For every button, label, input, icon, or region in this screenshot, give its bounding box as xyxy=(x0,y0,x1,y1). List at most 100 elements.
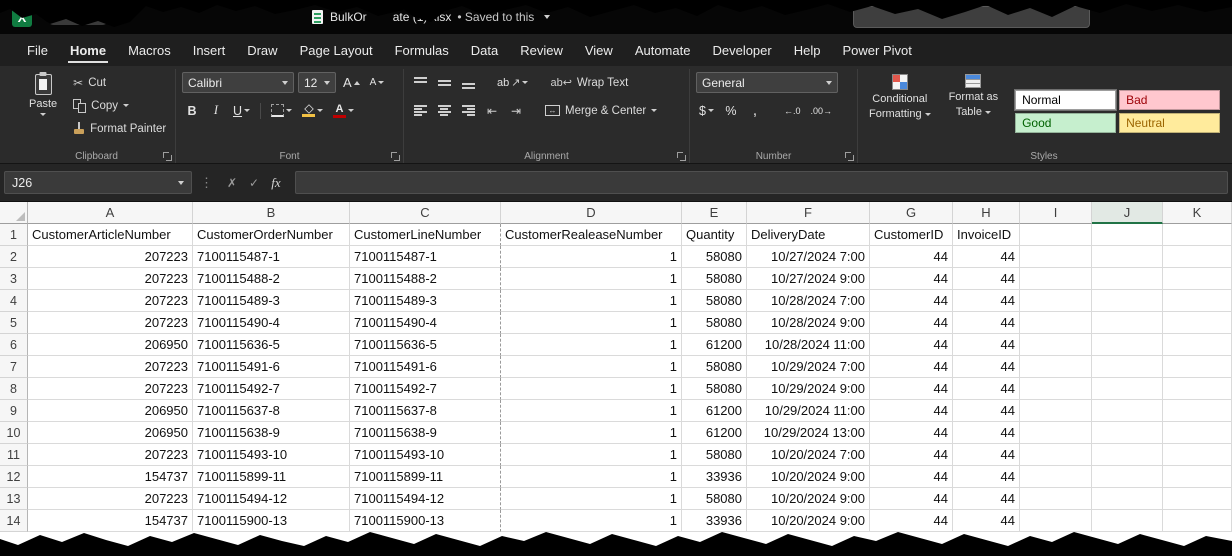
increase-decimal-button[interactable]: ←.0 xyxy=(781,100,804,121)
row-header-7[interactable]: 7 xyxy=(0,356,28,378)
cell-I13[interactable] xyxy=(1020,488,1092,510)
row-header-4[interactable]: 4 xyxy=(0,290,28,312)
increase-indent-button[interactable]: ⇥ xyxy=(506,100,526,121)
select-all-button[interactable] xyxy=(0,202,28,224)
cell-G2[interactable]: 44 xyxy=(870,246,953,268)
cell-J6[interactable] xyxy=(1092,334,1163,356)
cell-E9[interactable]: 61200 xyxy=(682,400,747,422)
cell-B9[interactable]: 7100115637-8 xyxy=(193,400,350,422)
cell-A12[interactable]: 154737 xyxy=(28,466,193,488)
cell-I2[interactable] xyxy=(1020,246,1092,268)
menu-tab-draw[interactable]: Draw xyxy=(236,34,288,66)
column-header-F[interactable]: F xyxy=(747,202,870,224)
cell-D12[interactable]: 1 xyxy=(501,466,682,488)
fill-color-dropdown-icon[interactable] xyxy=(317,109,323,112)
cell-G10[interactable]: 44 xyxy=(870,422,953,444)
middle-align-button[interactable] xyxy=(434,72,454,93)
cell-E14[interactable]: 33936 xyxy=(682,510,747,532)
percent-style-button[interactable]: % xyxy=(721,100,741,121)
cell-A2[interactable]: 207223 xyxy=(28,246,193,268)
cell-A4[interactable]: 207223 xyxy=(28,290,193,312)
cell-D2[interactable]: 1 xyxy=(501,246,682,268)
menu-tab-home[interactable]: Home xyxy=(59,34,117,66)
cell-H4[interactable]: 44 xyxy=(953,290,1020,312)
cell-K11[interactable] xyxy=(1163,444,1232,466)
row-header-2[interactable]: 2 xyxy=(0,246,28,268)
row-header-10[interactable]: 10 xyxy=(0,422,28,444)
orientation-button[interactable]: ab ↗ xyxy=(494,72,531,93)
cell-E3[interactable]: 58080 xyxy=(682,268,747,290)
enter-button[interactable]: ✓ xyxy=(243,176,265,190)
cell-K13[interactable] xyxy=(1163,488,1232,510)
cell-K7[interactable] xyxy=(1163,356,1232,378)
bold-button[interactable]: B xyxy=(182,100,202,121)
merge-center-button[interactable]: ↔ Merge & Center xyxy=(542,100,660,121)
orientation-dropdown-icon[interactable] xyxy=(522,81,528,84)
cell-K10[interactable] xyxy=(1163,422,1232,444)
borders-dropdown-icon[interactable] xyxy=(286,109,292,112)
insert-function-button[interactable]: fx xyxy=(265,175,287,191)
cell-C2[interactable]: 7100115487-1 xyxy=(350,246,501,268)
row-header-1[interactable]: 1 xyxy=(0,224,28,246)
cell-G3[interactable]: 44 xyxy=(870,268,953,290)
cell-A11[interactable]: 207223 xyxy=(28,444,193,466)
cell-I10[interactable] xyxy=(1020,422,1092,444)
cell-D9[interactable]: 1 xyxy=(501,400,682,422)
cell-B3[interactable]: 7100115488-2 xyxy=(193,268,350,290)
font-name-dropdown-icon[interactable] xyxy=(282,81,288,85)
row-header-3[interactable]: 3 xyxy=(0,268,28,290)
decrease-font-size-button[interactable]: A xyxy=(367,72,388,93)
font-name-combo[interactable]: Calibri xyxy=(182,72,294,93)
cell-J1[interactable] xyxy=(1092,224,1163,246)
number-dialog-launcher-icon[interactable] xyxy=(845,152,854,161)
cell-H9[interactable]: 44 xyxy=(953,400,1020,422)
cell-B5[interactable]: 7100115490-4 xyxy=(193,312,350,334)
cell-F13[interactable]: 10/20/2024 9:00 xyxy=(747,488,870,510)
cell-H1[interactable]: InvoiceID xyxy=(953,224,1020,246)
row-header-9[interactable]: 9 xyxy=(0,400,28,422)
conditional-formatting-button[interactable]: Conditional Formatting xyxy=(864,72,936,150)
formula-input[interactable] xyxy=(295,171,1228,194)
row-header-6[interactable]: 6 xyxy=(0,334,28,356)
cell-D8[interactable]: 1 xyxy=(501,378,682,400)
number-format-dropdown-icon[interactable] xyxy=(826,81,832,85)
cell-F2[interactable]: 10/27/2024 7:00 xyxy=(747,246,870,268)
cell-C8[interactable]: 7100115492-7 xyxy=(350,378,501,400)
align-left-button[interactable] xyxy=(410,100,430,121)
cell-K5[interactable] xyxy=(1163,312,1232,334)
cell-E12[interactable]: 33936 xyxy=(682,466,747,488)
cell-H7[interactable]: 44 xyxy=(953,356,1020,378)
cell-G5[interactable]: 44 xyxy=(870,312,953,334)
cell-D14[interactable]: 1 xyxy=(501,510,682,532)
cell-I11[interactable] xyxy=(1020,444,1092,466)
cell-H5[interactable]: 44 xyxy=(953,312,1020,334)
cell-C10[interactable]: 7100115638-9 xyxy=(350,422,501,444)
name-box[interactable]: J26 xyxy=(4,171,192,194)
cell-F1[interactable]: DeliveryDate xyxy=(747,224,870,246)
paste-button[interactable]: Paste xyxy=(24,72,62,150)
cell-H10[interactable]: 44 xyxy=(953,422,1020,444)
cell-D10[interactable]: 1 xyxy=(501,422,682,444)
cell-B8[interactable]: 7100115492-7 xyxy=(193,378,350,400)
number-format-combo[interactable]: General xyxy=(696,72,838,93)
cell-B6[interactable]: 7100115636-5 xyxy=(193,334,350,356)
font-color-button[interactable]: A xyxy=(330,100,357,121)
cell-J2[interactable] xyxy=(1092,246,1163,268)
merge-center-dropdown-icon[interactable] xyxy=(651,109,657,112)
cell-J7[interactable] xyxy=(1092,356,1163,378)
menu-tab-review[interactable]: Review xyxy=(509,34,574,66)
cell-A9[interactable]: 206950 xyxy=(28,400,193,422)
italic-button[interactable]: I xyxy=(206,100,226,121)
cell-G7[interactable]: 44 xyxy=(870,356,953,378)
cell-I3[interactable] xyxy=(1020,268,1092,290)
accounting-format-button[interactable]: $ xyxy=(696,100,717,121)
cell-B10[interactable]: 7100115638-9 xyxy=(193,422,350,444)
cancel-button[interactable]: ✗ xyxy=(221,176,243,190)
cell-F3[interactable]: 10/27/2024 9:00 xyxy=(747,268,870,290)
cell-D1[interactable]: CustomerRealeaseNumber xyxy=(501,224,682,246)
cell-K14[interactable] xyxy=(1163,510,1232,532)
excel-logo-icon[interactable]: X xyxy=(12,7,32,27)
row-header-12[interactable]: 12 xyxy=(0,466,28,488)
comma-style-button[interactable]: , xyxy=(745,100,765,121)
cell-D11[interactable]: 1 xyxy=(501,444,682,466)
